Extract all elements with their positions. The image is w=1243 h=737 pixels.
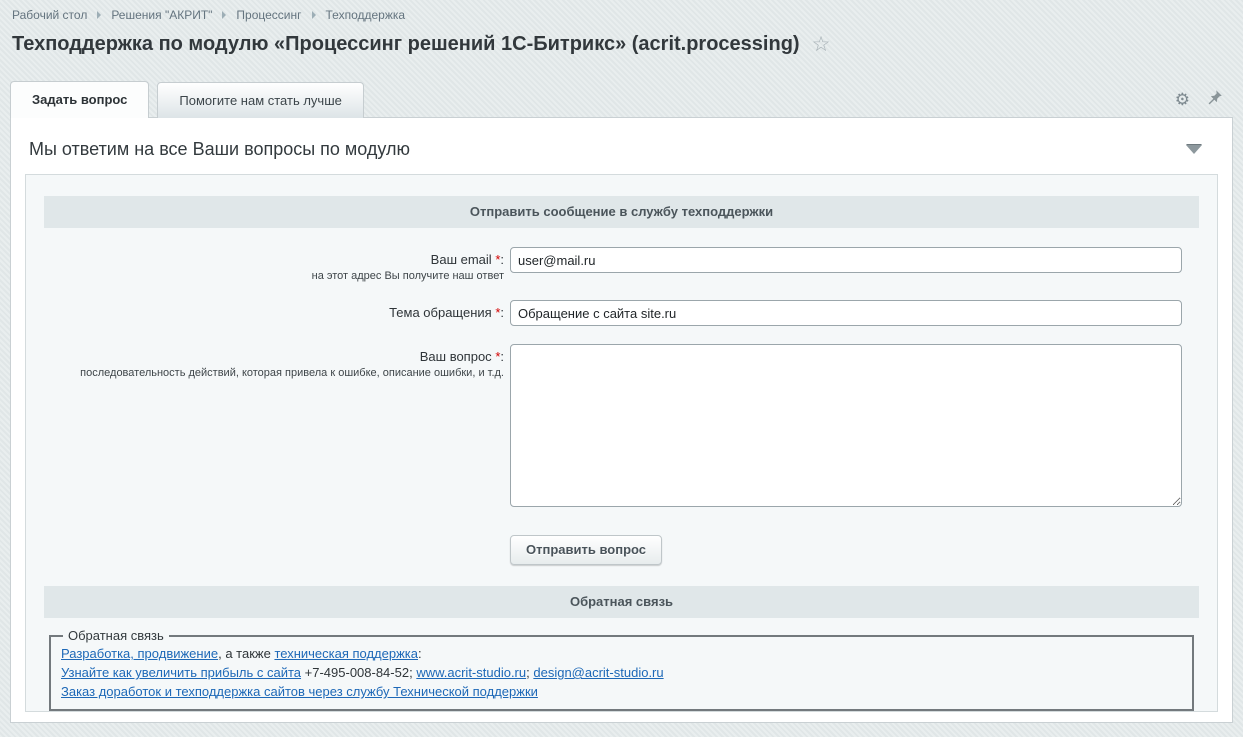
question-field[interactable] [510, 344, 1182, 507]
section-head: Мы ответим на все Ваши вопросы по модулю [11, 118, 1232, 174]
feedback-lines: Разработка, продвижение, а также техниче… [61, 644, 1182, 701]
feedback-line: Заказ доработок и техподдержка сайтов че… [61, 682, 1182, 701]
page-title: Техподдержка по модулю «Процессинг решен… [12, 33, 800, 56]
subject-field-wrap [510, 300, 1182, 326]
feedback-link[interactable]: Разработка, продвижение [61, 646, 218, 661]
feedback-link[interactable]: Узнайте как увеличить прибыль с сайта [61, 665, 301, 680]
question-field-wrap [510, 344, 1182, 512]
gear-icon[interactable]: ⚙ [1175, 91, 1190, 108]
tab-actions: ⚙ [1175, 81, 1233, 118]
email-field[interactable] [510, 247, 1182, 273]
feedback-fieldset: Обратная связь Разработка, продвижение, … [49, 628, 1194, 711]
question-hint: последовательность действий, которая при… [26, 367, 504, 380]
form-container: Отправить сообщение в службу техподдержк… [25, 174, 1218, 712]
subject-label-block: Тема обращения *: [26, 300, 504, 326]
main-panel: Мы ответим на все Ваши вопросы по модулю… [10, 117, 1233, 723]
email-hint: на этот адрес Вы получите наш ответ [26, 270, 504, 283]
breadcrumb-separator-icon [97, 11, 101, 19]
question-row: Ваш вопрос *: последовательность действи… [26, 344, 1217, 512]
email-label-block: Ваш email *: на этот адрес Вы получите н… [26, 247, 504, 283]
feedback-link[interactable]: техническая поддержка [274, 646, 418, 661]
chevron-down-icon[interactable] [1186, 145, 1202, 154]
title-row: Техподдержка по модулю «Процессинг решен… [12, 33, 830, 56]
feedback-legend: Обратная связь [63, 628, 169, 643]
feedback-line: Узнайте как увеличить прибыль с сайта +7… [61, 663, 1182, 682]
breadcrumb: Рабочий стол Решения "АКРИТ" Процессинг … [12, 8, 405, 22]
breadcrumb-item-processing[interactable]: Процессинг [236, 8, 301, 22]
breadcrumb-item-support: Техподдержка [326, 8, 406, 22]
feedback-link[interactable]: design@acrit-studio.ru [533, 665, 663, 680]
breadcrumb-separator-icon [312, 11, 316, 19]
subject-label: Тема обращения *: [26, 305, 504, 320]
tab-ask-question[interactable]: Задать вопрос [10, 81, 149, 118]
feedback-text: : [418, 646, 422, 661]
section-title: Мы ответим на все Ваши вопросы по модулю [29, 139, 1214, 160]
submit-question-button[interactable]: Отправить вопрос [510, 535, 662, 565]
favorite-star-icon[interactable]: ☆ [812, 34, 831, 55]
feedback-link[interactable]: www.acrit-studio.ru [416, 665, 526, 680]
tab-help-us-improve[interactable]: Помогите нам стать лучше [157, 82, 363, 118]
question-label: Ваш вопрос *: [26, 349, 504, 364]
breadcrumb-item-desktop[interactable]: Рабочий стол [12, 8, 87, 22]
subject-row: Тема обращения *: [26, 300, 1217, 326]
email-label: Ваш email *: [26, 252, 504, 267]
email-row: Ваш email *: на этот адрес Вы получите н… [26, 247, 1217, 283]
breadcrumb-item-solutions[interactable]: Решения "АКРИТ" [111, 8, 212, 22]
tabs-row: Задать вопрос Помогите нам стать лучше ⚙ [10, 81, 1233, 118]
feedback-link[interactable]: Заказ доработок и техподдержка сайтов че… [61, 684, 538, 699]
breadcrumb-separator-icon [222, 11, 226, 19]
admin-page: Рабочий стол Решения "АКРИТ" Процессинг … [0, 0, 1243, 737]
form-header-bar: Отправить сообщение в службу техподдержк… [44, 196, 1199, 228]
feedback-text: +7-495-008-84-52; [301, 665, 416, 680]
question-label-block: Ваш вопрос *: последовательность действи… [26, 344, 504, 512]
pin-icon[interactable] [1206, 89, 1223, 111]
feedback-header-bar: Обратная связь [44, 586, 1199, 618]
feedback-line: Разработка, продвижение, а также техниче… [61, 644, 1182, 663]
submit-row: Отправить вопрос [26, 535, 1217, 565]
email-field-wrap [510, 247, 1182, 283]
subject-field[interactable] [510, 300, 1182, 326]
feedback-text: , а также [218, 646, 274, 661]
